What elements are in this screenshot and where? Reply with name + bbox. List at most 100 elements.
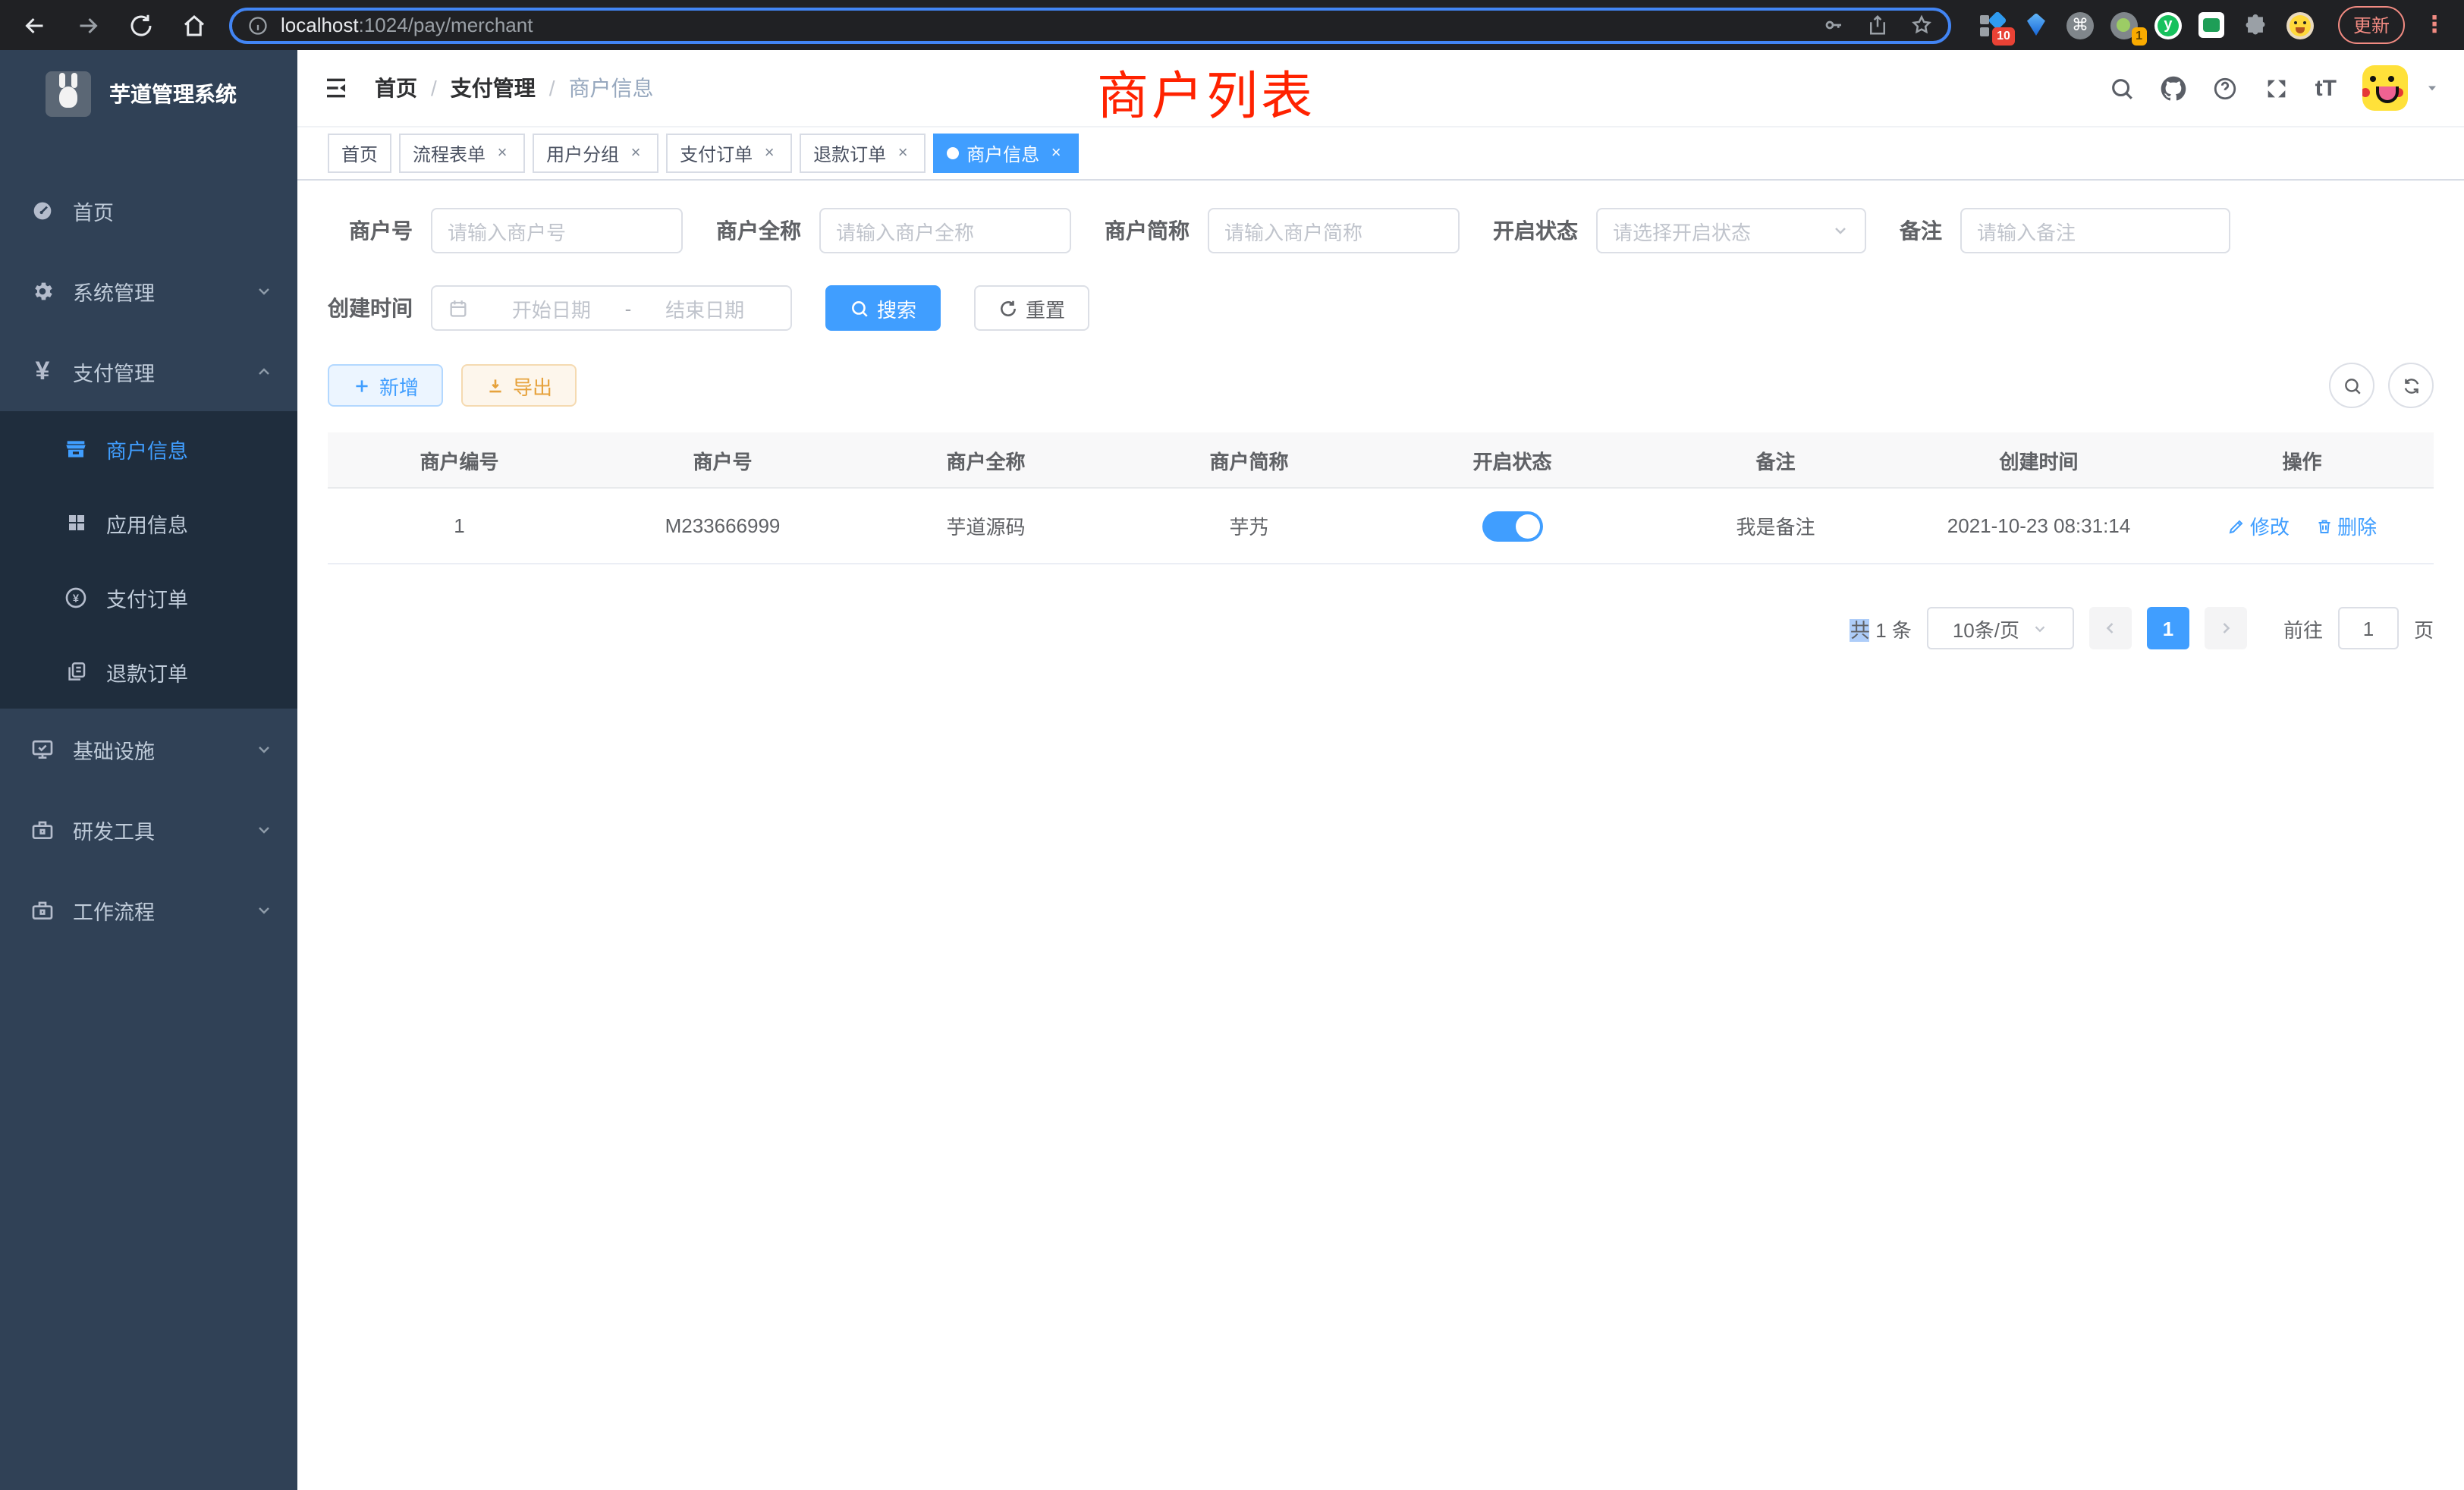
tab-manager-extension-icon[interactable]: 10: [1978, 11, 2006, 39]
short-name-input[interactable]: 请输入商户简称: [1208, 208, 1460, 253]
sidebar-logo[interactable]: 芋道管理系统: [0, 50, 297, 137]
sidebar-item-merchant-info[interactable]: 商户信息: [0, 411, 297, 486]
breadcrumb-home[interactable]: 首页: [375, 73, 417, 103]
grid-icon: [64, 511, 88, 535]
sidebar-item-label: 支付订单: [106, 582, 188, 612]
sidebar-item-app-info[interactable]: 应用信息: [0, 486, 297, 560]
chevron-down-icon: [255, 281, 273, 300]
user-avatar[interactable]: [2362, 65, 2408, 111]
sidebar-item-infrastructure[interactable]: 基础设施: [0, 709, 297, 789]
close-icon[interactable]: ×: [894, 144, 912, 162]
tab-process-form[interactable]: 流程表单×: [399, 134, 525, 173]
full-name-input[interactable]: 请输入商户全称: [819, 208, 1071, 253]
next-page-button[interactable]: [2205, 607, 2247, 649]
reset-button[interactable]: 重置: [974, 285, 1089, 331]
tab-count-badge: 10: [1992, 27, 2015, 45]
sidebar-item-dev-tools[interactable]: 研发工具: [0, 789, 297, 869]
sidebar-fold-icon[interactable]: [322, 76, 350, 100]
chevron-down-icon: [255, 901, 273, 919]
refresh-icon: [998, 298, 1018, 318]
col-status: 开启状态: [1381, 432, 1644, 488]
chevron-down-icon: [255, 740, 273, 758]
yen-icon: ¥: [30, 359, 55, 383]
close-icon[interactable]: ×: [760, 144, 778, 162]
tab-user-group[interactable]: 用户分组×: [533, 134, 658, 173]
documents-icon: [64, 659, 88, 684]
home-icon[interactable]: [181, 11, 208, 39]
toolbox-icon: [30, 817, 55, 841]
breadcrumb-section[interactable]: 支付管理: [451, 73, 536, 103]
address-bar-actions: [1822, 14, 1933, 36]
delete-link[interactable]: 删除: [2315, 511, 2377, 540]
sidebar-item-payment[interactable]: ¥ 支付管理: [0, 331, 297, 411]
monitor-check-icon: [30, 737, 55, 761]
fullscreen-icon[interactable]: [2264, 75, 2290, 101]
search-icon[interactable]: [2109, 75, 2135, 101]
sidebar-item-refund-orders[interactable]: 退款订单: [0, 634, 297, 709]
status-select[interactable]: 请选择开启状态: [1596, 208, 1866, 253]
command-extension-icon[interactable]: ⌘: [2066, 11, 2094, 39]
search-icon: [2342, 376, 2362, 395]
remark-input[interactable]: 请输入备注: [1960, 208, 2230, 253]
bookmark-star-icon[interactable]: [1910, 14, 1933, 36]
chrome-update-button[interactable]: 更新: [2338, 6, 2405, 44]
forward-icon[interactable]: [74, 11, 102, 39]
sidebar-item-system[interactable]: 系统管理: [0, 250, 297, 331]
github-icon[interactable]: [2161, 75, 2186, 101]
sidebar-item-pay-orders[interactable]: ¥ 支付订单: [0, 560, 297, 634]
goto-page-input[interactable]: [2338, 607, 2399, 649]
sidebar-item-label: 首页: [73, 195, 114, 225]
chrome-menu-icon[interactable]: ⋮: [2423, 14, 2446, 36]
reload-icon[interactable]: [127, 11, 155, 39]
page-info-icon[interactable]: [247, 14, 269, 36]
tab-merchant-info[interactable]: 商户信息×: [933, 134, 1079, 173]
sidebar-item-label: 应用信息: [106, 508, 188, 538]
gem-extension-icon[interactable]: [2022, 11, 2050, 39]
page-size-select[interactable]: 10条/页: [1927, 607, 2074, 649]
tab-pay-orders[interactable]: 支付订单×: [666, 134, 792, 173]
calendar-icon: [448, 297, 469, 319]
y-extension-icon[interactable]: y: [2154, 11, 2182, 39]
back-icon[interactable]: [21, 11, 49, 39]
sidebar-item-home[interactable]: 首页: [0, 170, 297, 250]
export-button[interactable]: 导出: [461, 364, 577, 407]
tab-refund-orders[interactable]: 退款订单×: [800, 134, 926, 173]
notifier-extension-icon[interactable]: 1: [2110, 11, 2138, 39]
refresh-table-button[interactable]: [2388, 363, 2434, 408]
goto-label: 前往: [2283, 614, 2323, 643]
close-icon[interactable]: ×: [493, 144, 511, 162]
chevron-down-icon: [2032, 620, 2048, 637]
font-size-icon[interactable]: tT: [2315, 75, 2337, 101]
date-range-input[interactable]: 开始日期 - 结束日期: [431, 285, 792, 331]
status-toggle[interactable]: [1482, 511, 1543, 541]
page-1-button[interactable]: 1: [2147, 607, 2189, 649]
add-button[interactable]: 新增: [328, 364, 443, 407]
toggle-search-button[interactable]: [2329, 363, 2374, 408]
briefcase-icon: [30, 897, 55, 922]
dashboard-icon: [30, 198, 55, 222]
col-merchant-id: 商户编号: [328, 432, 591, 488]
profile-avatar-icon[interactable]: [2286, 11, 2314, 39]
breadcrumb-current: 商户信息: [569, 73, 654, 103]
sidebar-item-workflow[interactable]: 工作流程: [0, 869, 297, 950]
avatar-caret-icon[interactable]: [2425, 80, 2440, 96]
prev-page-button[interactable]: [2089, 607, 2132, 649]
browser-toolbar: localhost:1024/pay/merchant 10 ⌘ 1 y: [0, 0, 2464, 50]
address-bar[interactable]: localhost:1024/pay/merchant: [229, 7, 1951, 43]
chat-extension-icon[interactable]: [2198, 11, 2226, 39]
extensions-puzzle-icon[interactable]: [2242, 11, 2270, 39]
col-remark: 备注: [1644, 432, 1907, 488]
search-button[interactable]: 搜索: [825, 285, 941, 331]
breadcrumb: 首页 / 支付管理 / 商户信息: [375, 73, 654, 103]
password-key-icon[interactable]: [1822, 14, 1845, 36]
close-icon[interactable]: ×: [627, 144, 645, 162]
merchant-no-input[interactable]: 请输入商户号: [431, 208, 683, 253]
edit-link[interactable]: 修改: [2227, 511, 2290, 540]
tab-home[interactable]: 首页: [328, 134, 391, 173]
table-tools: [2329, 363, 2434, 408]
table-toolbar: 新增 导出: [328, 363, 2434, 408]
help-icon[interactable]: [2212, 75, 2238, 101]
share-icon[interactable]: [1866, 14, 1889, 36]
close-icon[interactable]: ×: [1047, 144, 1065, 162]
filter-row-1: 商户号 请输入商户号 商户全称 请输入商户全称 商户简称 请输入商户简称 开启状…: [328, 208, 2434, 253]
